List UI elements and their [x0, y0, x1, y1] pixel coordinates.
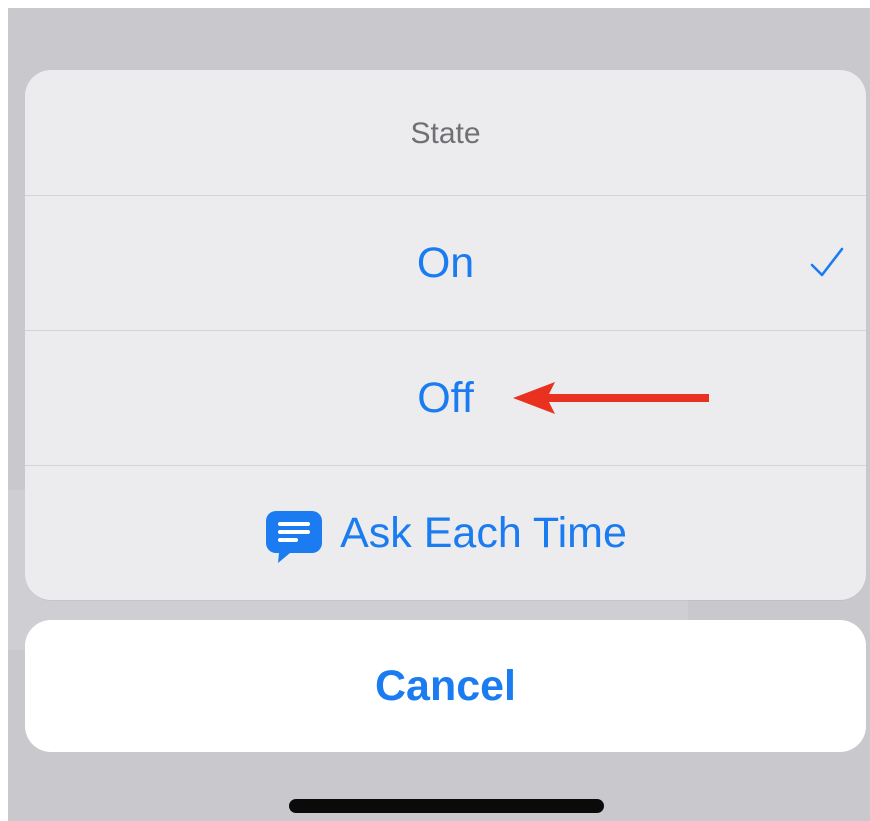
option-off-label: Off	[417, 373, 474, 422]
checkmark-icon	[810, 247, 844, 277]
action-sheet-title: State	[410, 116, 481, 150]
action-sheet: State On Off Ask Each Time	[25, 70, 866, 600]
speech-bubble-icon	[266, 510, 323, 563]
option-off[interactable]: Off	[25, 331, 866, 466]
screen-backdrop: State On Off Ask Each Time Cancel	[8, 8, 870, 821]
action-sheet-header: State	[25, 70, 866, 196]
home-indicator[interactable]	[289, 799, 604, 813]
cancel-button-label: Cancel	[374, 661, 516, 710]
option-ask-each-time-label: Ask Each Time	[340, 509, 627, 557]
cancel-button[interactable]: Cancel	[25, 620, 866, 752]
option-ask-each-time[interactable]: Ask Each Time	[25, 466, 866, 600]
red-arrow-icon	[513, 382, 709, 414]
option-on[interactable]: On	[25, 196, 866, 331]
option-on-label: On	[416, 238, 475, 287]
